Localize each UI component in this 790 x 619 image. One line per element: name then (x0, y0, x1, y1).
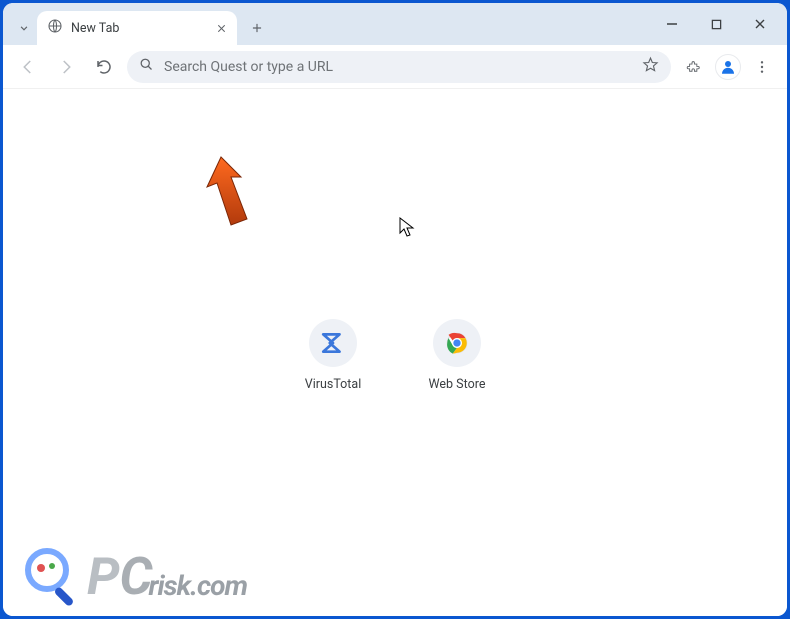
omnibox-input[interactable] (164, 59, 632, 75)
minimize-icon (666, 18, 678, 30)
plus-icon (250, 21, 264, 35)
bookmark-button[interactable] (642, 56, 659, 77)
browser-tab[interactable]: New Tab (37, 11, 237, 45)
maximize-icon (711, 19, 722, 30)
reload-button[interactable] (89, 52, 119, 82)
toolbar (3, 45, 787, 89)
puzzle-icon (686, 58, 703, 75)
search-icon (139, 57, 154, 76)
person-icon (719, 58, 737, 76)
menu-button[interactable] (747, 52, 777, 82)
maximize-button[interactable] (695, 9, 737, 39)
star-icon (642, 56, 659, 73)
close-icon (216, 23, 227, 34)
browser-window: New Tab (3, 3, 787, 616)
arrow-left-icon (19, 58, 37, 76)
toolbar-right (679, 52, 777, 82)
extensions-button[interactable] (679, 52, 709, 82)
arrow-right-icon (57, 58, 75, 76)
shortcut-virustotal[interactable]: VirusTotal (293, 319, 373, 392)
tab-title: New Tab (71, 21, 208, 36)
annotation-arrow-icon (193, 153, 263, 233)
address-bar[interactable] (127, 51, 671, 83)
reload-icon (95, 58, 113, 76)
back-button[interactable] (13, 52, 43, 82)
tab-strip: New Tab (3, 3, 787, 45)
chrome-webstore-icon (444, 330, 470, 356)
shortcut-label: VirusTotal (305, 377, 362, 392)
globe-icon (47, 18, 63, 38)
shortcut-grid: VirusTotal Web Store (293, 319, 497, 392)
close-icon (754, 18, 766, 30)
profile-button[interactable] (715, 54, 741, 80)
forward-button[interactable] (51, 52, 81, 82)
close-window-button[interactable] (739, 9, 781, 39)
tab-close-button[interactable] (216, 19, 227, 38)
new-tab-button[interactable] (243, 14, 271, 42)
virustotal-icon (320, 330, 346, 356)
watermark: P C risk.com (21, 544, 247, 608)
chevron-down-icon (17, 21, 31, 35)
magnifier-icon (21, 544, 85, 608)
mouse-cursor-icon (399, 217, 415, 239)
shortcut-web-store[interactable]: Web Store (417, 319, 497, 392)
new-tab-page: VirusTotal Web Store (3, 89, 787, 616)
shortcut-label: Web Store (429, 377, 486, 392)
minimize-button[interactable] (651, 9, 693, 39)
shortcut-icon-circle (433, 319, 481, 367)
kebab-icon (754, 59, 770, 75)
watermark-text: risk.com (149, 569, 247, 602)
watermark-p: P (87, 546, 120, 607)
tab-search-button[interactable] (11, 15, 37, 41)
shortcut-icon-circle (309, 319, 357, 367)
window-controls (651, 3, 781, 45)
